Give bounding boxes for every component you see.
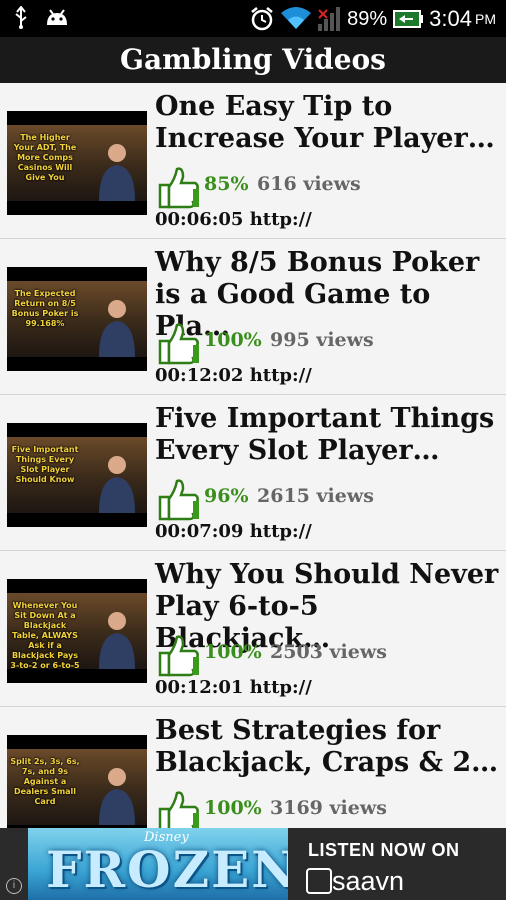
video-list[interactable]: The Higher Your ADT, The More Comps Casi… <box>0 83 506 828</box>
thumbnail-caption: The Expected Return on 8/5 Bonus Poker i… <box>11 289 79 328</box>
video-list-item[interactable]: Whenever You Sit Down At a Blackjack Tab… <box>0 551 506 707</box>
video-list-item[interactable]: The Higher Your ADT, The More Comps Casi… <box>0 83 506 239</box>
view-count: 995 views <box>270 329 374 351</box>
video-link[interactable]: http:// <box>250 521 312 542</box>
android-icon <box>47 9 67 25</box>
clock-time: 3:04 <box>429 6 472 31</box>
thumbnail-caption: Split 2s, 3s, 6s, 7s, and 9s Against a D… <box>10 757 80 806</box>
rating-percent: 96% <box>204 485 249 507</box>
video-link[interactable]: http:// <box>250 677 312 698</box>
saavn-logo-icon <box>306 868 332 894</box>
rating-percent: 100% <box>204 797 262 819</box>
video-meta: 00:12:02 http:// <box>155 365 312 386</box>
video-thumbnail[interactable]: The Expected Return on 8/5 Bonus Poker i… <box>7 267 147 371</box>
thumbs-up-icon <box>158 323 199 365</box>
video-duration: 00:07:09 <box>155 521 244 542</box>
presenter-figure <box>99 456 135 513</box>
video-title[interactable]: Best Strategies for Blackjack, Craps & 2… <box>155 715 500 779</box>
thumbnail-caption: The Higher Your ADT, The More Comps Casi… <box>13 133 77 182</box>
view-count: 2503 views <box>270 641 387 663</box>
presenter-figure <box>99 300 135 357</box>
video-duration: 00:06:05 <box>155 209 244 230</box>
thumbs-up-icon <box>158 479 199 521</box>
view-count: 2615 views <box>257 485 374 507</box>
video-thumbnail[interactable]: Five Important Things Every Slot Player … <box>7 423 147 527</box>
video-thumbnail[interactable]: The Higher Your ADT, The More Comps Casi… <box>7 111 147 215</box>
video-duration: 00:12:01 <box>155 677 244 698</box>
battery-icon <box>393 10 424 28</box>
ad-frozen-title: FROZEN <box>46 840 288 899</box>
video-list-item[interactable]: The Expected Return on 8/5 Bonus Poker i… <box>0 239 506 395</box>
video-list-item[interactable]: Split 2s, 3s, 6s, 7s, and 9s Against a D… <box>0 707 506 828</box>
presenter-figure <box>99 144 135 201</box>
video-meta: 00:12:01 http:// <box>155 677 312 698</box>
view-count: 616 views <box>257 173 361 195</box>
thumbnail-caption: Whenever You Sit Down At a Blackjack Tab… <box>10 601 80 670</box>
usb-icon <box>15 6 27 29</box>
ad-listen-headline: LISTEN NOW ON <box>308 840 460 860</box>
video-thumbnail[interactable]: Split 2s, 3s, 6s, 7s, and 9s Against a D… <box>7 735 147 828</box>
presenter-figure <box>99 612 135 669</box>
clock-ampm: PM <box>475 11 496 27</box>
signal-icon <box>318 7 341 31</box>
ad-saavn-brand: saavn <box>332 866 405 896</box>
app-bar-title: Gambling Videos <box>0 37 506 83</box>
video-meta: 00:06:05 http:// <box>155 209 312 230</box>
video-title[interactable]: One Easy Tip to Increase Your Player… <box>155 91 500 155</box>
thumbs-up-icon <box>158 635 199 677</box>
status-bar: 89% 3:04 PM <box>0 0 506 37</box>
battery-percent: 89% <box>347 7 388 30</box>
thumbnail-caption: Five Important Things Every Slot Player … <box>11 445 79 484</box>
ad-info-icon[interactable]: i <box>6 878 22 894</box>
ad-right-panel <box>478 828 506 900</box>
video-list-item[interactable]: Five Important Things Every Slot Player … <box>0 395 506 551</box>
rating-percent: 100% <box>204 641 262 663</box>
video-thumbnail[interactable]: Whenever You Sit Down At a Blackjack Tab… <box>7 579 147 683</box>
presenter-figure <box>99 768 135 825</box>
video-title[interactable]: Five Important Things Every Slot Player… <box>155 403 500 467</box>
view-count: 3169 views <box>270 797 387 819</box>
video-link[interactable]: http:// <box>250 209 312 230</box>
video-link[interactable]: http:// <box>250 365 312 386</box>
video-duration: 00:12:02 <box>155 365 244 386</box>
ad-frozen-banner[interactable]: Disney FROZEN <box>28 828 288 900</box>
thumbs-up-icon <box>158 791 199 828</box>
rating-percent: 100% <box>204 329 262 351</box>
alarm-icon <box>251 7 273 31</box>
wifi-icon <box>281 7 312 29</box>
ad-banner[interactable]: Disney FROZEN LISTEN NOW ON saavn i <box>0 828 506 900</box>
video-meta: 00:07:09 http:// <box>155 521 312 542</box>
rating-percent: 85% <box>204 173 249 195</box>
thumbs-up-icon <box>158 167 199 209</box>
ad-saavn-panel[interactable]: LISTEN NOW ON saavn <box>288 828 478 900</box>
